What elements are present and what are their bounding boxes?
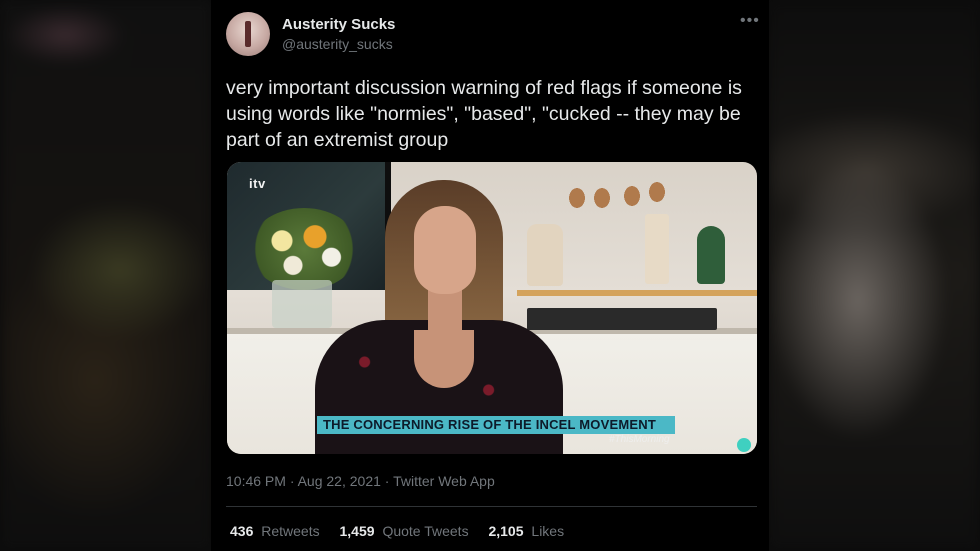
blurred-background-right xyxy=(768,0,980,551)
tweet-timestamp[interactable]: 10:46 PM · Aug 22, 2021 · Twitter Web Ap… xyxy=(226,473,495,489)
likes-count: 2,105 xyxy=(488,523,524,539)
kitchen-bottle xyxy=(697,226,725,284)
likes-stat[interactable]: 2,105 Likes xyxy=(488,523,564,539)
avatar[interactable] xyxy=(226,12,270,56)
presenter-chest xyxy=(414,330,474,388)
divider xyxy=(226,506,757,507)
retweets-stat[interactable]: 436 Retweets xyxy=(230,523,320,539)
more-options-icon[interactable]: ••• xyxy=(740,12,760,30)
presenter-face xyxy=(414,206,476,294)
presenter xyxy=(307,180,563,454)
video-thumbnail[interactable]: itv THE CONCERNING RISE OF THE INCEL MOV… xyxy=(227,162,757,454)
display-name[interactable]: Austerity Sucks xyxy=(282,16,395,33)
retweets-count: 436 xyxy=(230,523,254,539)
tweet-stats: 436 Retweets 1,459 Quote Tweets 2,105 Li… xyxy=(230,523,580,539)
user-handle[interactable]: @austerity_sucks xyxy=(282,36,393,52)
retweets-label: Retweets xyxy=(261,523,320,539)
hanging-utensils xyxy=(557,162,667,208)
caption-bar: THE CONCERNING RISE OF THE INCEL MOVEMEN… xyxy=(317,416,675,434)
avatar-image xyxy=(245,21,251,47)
quote-tweets-label: Quote Tweets xyxy=(382,523,469,539)
blurred-background-left xyxy=(0,0,212,551)
channel-logo: itv xyxy=(249,176,266,191)
kitchen-jar xyxy=(645,214,669,284)
quote-tweets-stat[interactable]: 1,459 Quote Tweets xyxy=(340,523,469,539)
tweet-text: very important discussion warning of red… xyxy=(226,77,742,151)
likes-label: Likes xyxy=(531,523,565,539)
quote-tweets-count: 1,459 xyxy=(339,523,375,539)
show-hashtag: #ThisMorning xyxy=(609,434,670,445)
show-logo-icon xyxy=(737,438,751,452)
